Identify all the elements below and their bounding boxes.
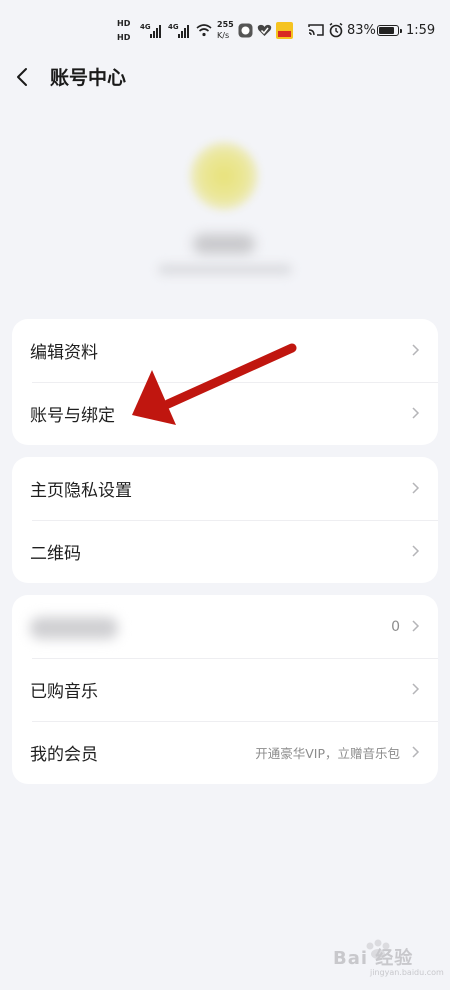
edit-profile-label: 编辑资料 — [30, 343, 98, 363]
net-speed-value: 255 — [217, 20, 234, 29]
back-button[interactable] — [10, 62, 40, 92]
account-card: 编辑资料 账号与绑定 — [12, 319, 438, 445]
purchased-music-row[interactable]: 已购音乐 — [12, 658, 438, 721]
account-binding-row[interactable]: 账号与绑定 — [12, 382, 438, 445]
blurred-item-row[interactable]: 0 — [12, 595, 438, 658]
net-speed-unit: K/s — [217, 31, 230, 40]
blurred-nickname — [193, 234, 255, 254]
chevron-right-icon — [412, 482, 420, 494]
battery-icon — [377, 25, 402, 36]
homepage-privacy-row[interactable]: 主页隐私设置 — [12, 457, 438, 520]
account-binding-label: 账号与绑定 — [30, 406, 115, 426]
avatar[interactable] — [190, 142, 258, 210]
my-membership-label: 我的会员 — [30, 745, 98, 765]
music-membership-card: 0 已购音乐 我的会员 开通豪华VIP，立赠音乐包 — [12, 595, 438, 784]
signal-icon-2 — [178, 24, 189, 38]
homepage-privacy-label: 主页隐私设置 — [30, 481, 132, 501]
battery-percent: 83% — [347, 23, 376, 38]
qr-code-row[interactable]: 二维码 — [12, 520, 438, 583]
check-heart-icon — [257, 24, 272, 36]
chevron-right-icon — [412, 407, 420, 419]
page-title: 账号中心 — [50, 67, 127, 89]
signal-icon-1 — [150, 24, 161, 38]
chevron-right-icon — [412, 683, 420, 695]
sim1-hd-badge: HD — [117, 19, 131, 28]
status-bar: HD HD 4G 4G 255 K/s 83% 1:59 — [0, 0, 450, 62]
chevron-right-icon — [412, 746, 420, 758]
watermark-text: Bai 经验 — [333, 948, 414, 969]
my-membership-row[interactable]: 我的会员 开通豪华VIP，立赠音乐包 — [12, 721, 438, 784]
wifi-icon — [196, 24, 212, 37]
edit-profile-row[interactable]: 编辑资料 — [12, 319, 438, 382]
chevron-right-icon — [412, 545, 420, 557]
blurred-item-label — [30, 617, 118, 639]
alarm-icon — [329, 22, 343, 38]
blurred-item-count: 0 — [391, 618, 400, 635]
blurred-user-id — [158, 264, 292, 275]
app-notification-icon — [238, 23, 253, 38]
chevron-left-icon — [17, 68, 27, 86]
sim2-hd-badge: HD — [117, 33, 131, 42]
chevron-right-icon — [412, 620, 420, 632]
status-time: 1:59 — [406, 23, 436, 38]
membership-promo-text: 开通豪华VIP，立赠音乐包 — [255, 746, 400, 761]
chevron-right-icon — [412, 344, 420, 356]
cast-icon — [308, 24, 324, 36]
header-bar: 账号中心 — [0, 62, 450, 92]
watermark-url: jingyan.baidu.com — [370, 968, 444, 977]
privacy-card: 主页隐私设置 二维码 — [12, 457, 438, 583]
purchased-music-label: 已购音乐 — [30, 682, 98, 702]
shop-notification-icon — [276, 22, 293, 39]
qr-code-label: 二维码 — [30, 544, 81, 564]
